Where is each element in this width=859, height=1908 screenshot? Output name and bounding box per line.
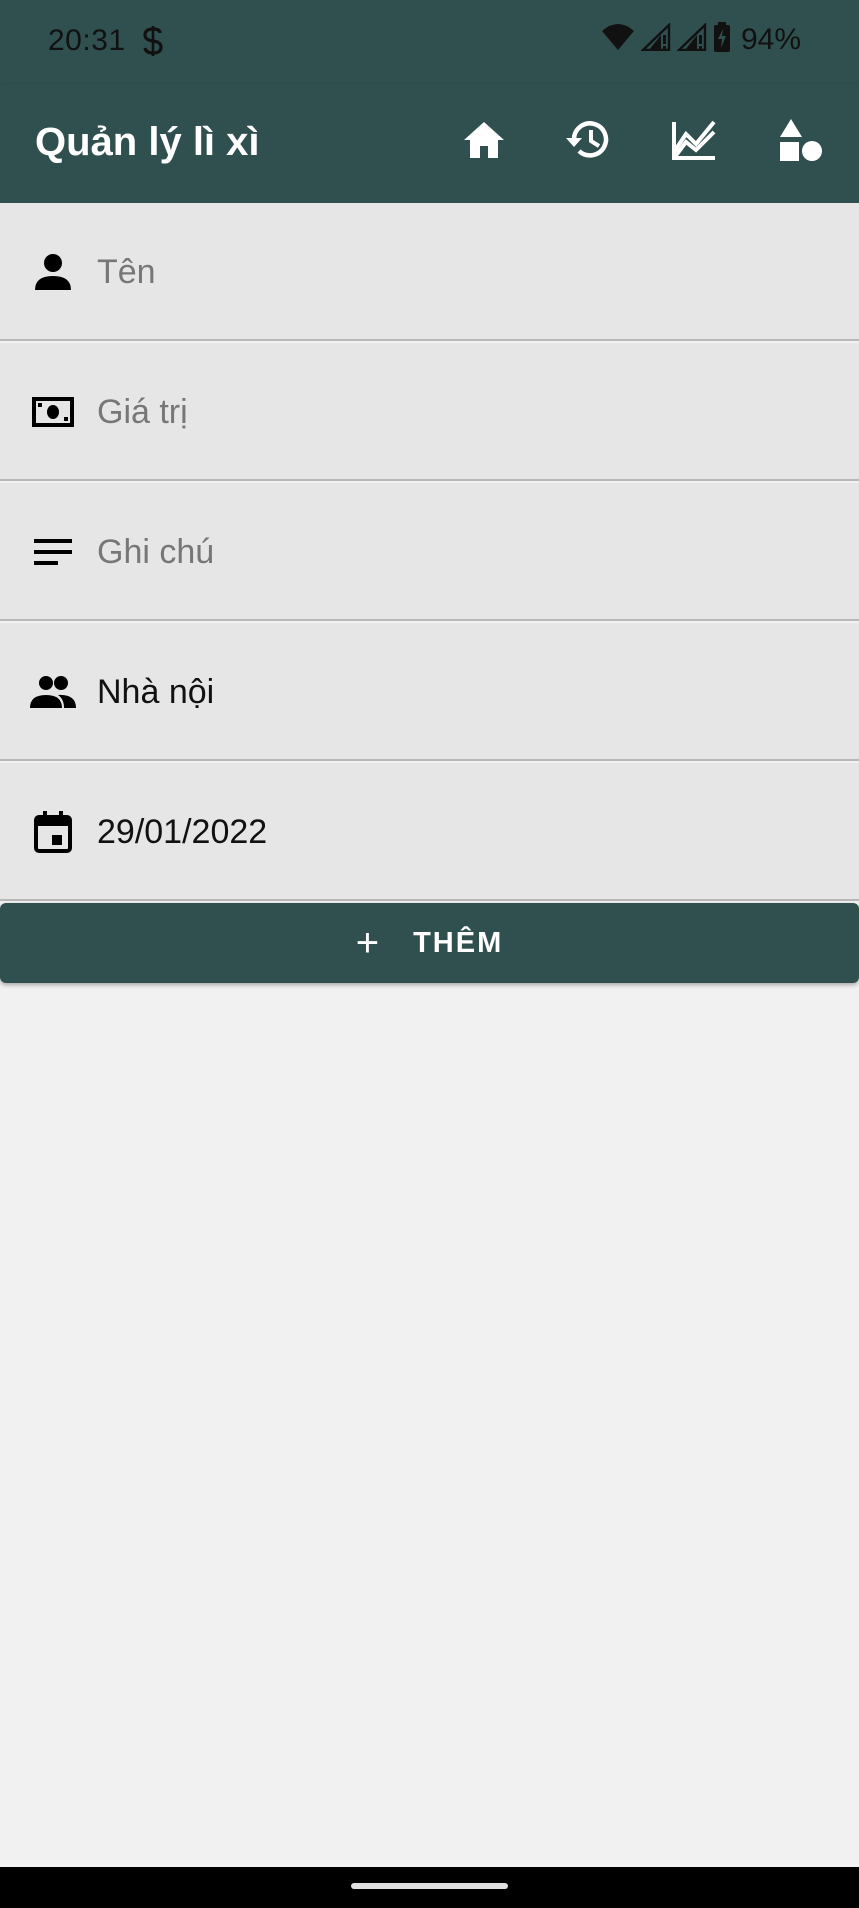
name-field[interactable]: [0, 203, 859, 341]
amount-input[interactable]: [97, 393, 797, 432]
app-bar: Quản lý lì xì: [0, 84, 859, 203]
amount-field[interactable]: [0, 343, 859, 481]
categories-button[interactable]: [774, 116, 826, 168]
status-bar: 20:31 94%: [0, 0, 859, 84]
wifi-icon: [601, 23, 635, 56]
status-time: 20:31: [48, 24, 126, 57]
home-button[interactable]: [458, 116, 510, 168]
plus-icon: +: [355, 921, 380, 965]
shapes-icon: [777, 117, 823, 168]
add-button[interactable]: + THÊM: [0, 903, 859, 983]
date-field[interactable]: 29/01/2022: [0, 763, 859, 901]
battery-charging-icon: [713, 22, 731, 57]
date-value[interactable]: 29/01/2022: [97, 813, 797, 852]
notes-icon: [30, 531, 76, 573]
history-icon: [564, 118, 612, 167]
history-button[interactable]: [562, 116, 614, 168]
group-icon: [30, 671, 76, 713]
status-icons: 94%: [601, 22, 801, 57]
statistics-button[interactable]: [668, 116, 720, 168]
app-title: Quản lý lì xì: [35, 120, 260, 164]
home-gesture-handle[interactable]: [351, 1883, 508, 1889]
money-icon: [30, 391, 76, 433]
calendar-icon: [30, 811, 76, 853]
chart-icon: [670, 118, 718, 167]
name-input[interactable]: [97, 253, 797, 292]
signal-icon: [639, 22, 671, 56]
signal-icon: [675, 22, 707, 56]
home-icon: [462, 120, 506, 165]
navigation-bar: [0, 1867, 859, 1908]
person-icon: [30, 251, 76, 293]
note-field[interactable]: [0, 483, 859, 621]
s-icon: [140, 26, 166, 56]
add-button-label: THÊM: [413, 926, 504, 959]
family-value[interactable]: Nhà nội: [97, 673, 797, 712]
note-input[interactable]: [97, 533, 797, 572]
family-field[interactable]: Nhà nội: [0, 623, 859, 761]
battery-percent: 94%: [740, 22, 801, 56]
